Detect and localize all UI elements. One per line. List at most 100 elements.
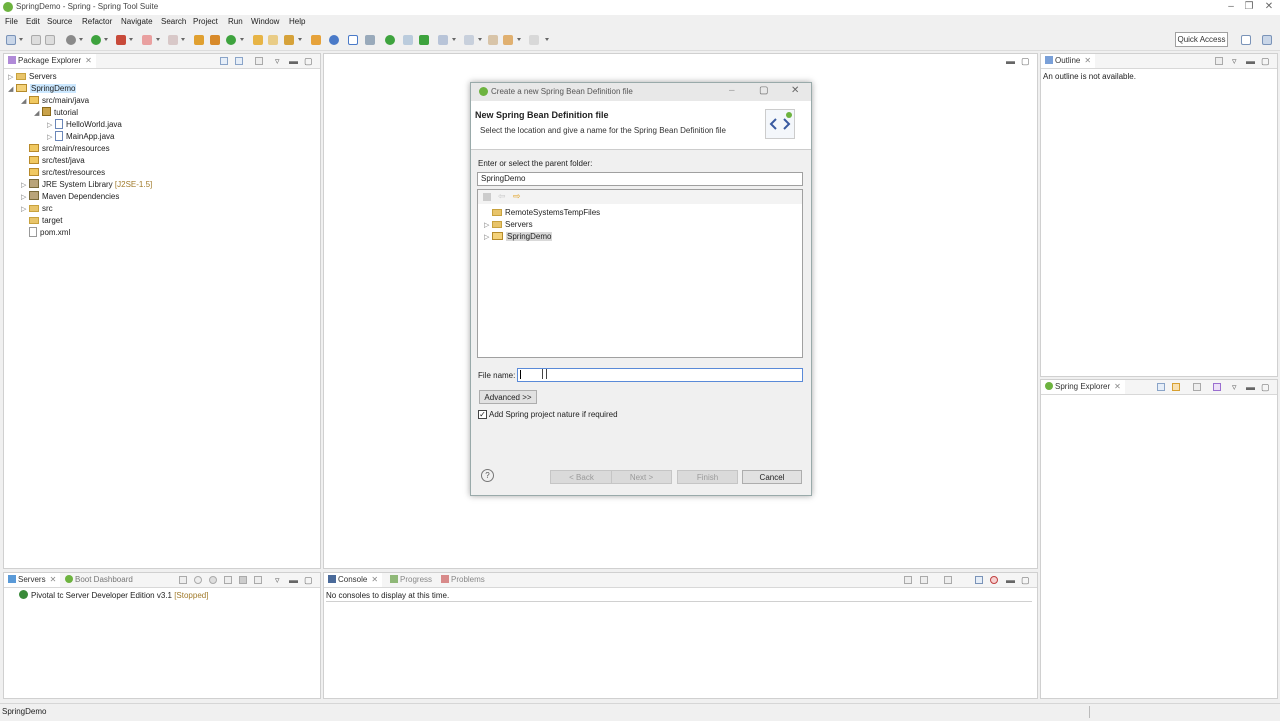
maximize-view-icon[interactable]: ▢ (1261, 56, 1270, 67)
new-package-icon[interactable] (226, 35, 236, 45)
view-menu-icon[interactable]: ▿ (275, 56, 280, 67)
open-console-icon[interactable] (944, 576, 952, 584)
next-annotation-icon[interactable] (438, 35, 448, 45)
forward-dropdown-icon[interactable] (545, 38, 549, 41)
menu-help[interactable]: Help (289, 17, 305, 26)
new-package-dropdown-icon[interactable] (240, 38, 244, 41)
maximize-button[interactable]: ❐ (1241, 1, 1257, 13)
menu-edit[interactable]: Edit (26, 17, 40, 26)
link-with-editor-icon[interactable] (235, 57, 243, 65)
menu-search[interactable]: Search (161, 17, 186, 26)
minimize-view-icon[interactable]: ▬ (1246, 56, 1255, 66)
tree-item-springdemo[interactable]: ◢ SpringDemo (8, 83, 77, 95)
external-tools-dropdown-icon[interactable] (129, 38, 133, 41)
collapse-icon[interactable] (179, 576, 187, 584)
maximize-view-icon[interactable]: ▢ (1021, 575, 1030, 586)
back-dropdown-icon[interactable] (517, 38, 521, 41)
menu-navigate[interactable]: Navigate (121, 17, 153, 26)
tree-item-mainapp-java[interactable]: ▷ MainApp.java (47, 131, 114, 143)
view-menu-icon[interactable]: ▿ (1232, 56, 1237, 67)
debug-dropdown-icon[interactable] (79, 38, 83, 41)
search-tool-icon[interactable] (284, 35, 294, 45)
terminate-icon[interactable] (990, 576, 998, 584)
save-icon[interactable] (31, 35, 41, 45)
maximize-view-icon[interactable]: ▢ (304, 575, 313, 586)
save-all-icon[interactable] (45, 35, 55, 45)
tab-servers[interactable]: Servers ✕ (4, 573, 61, 587)
toggle-editor-icon[interactable] (348, 35, 358, 45)
close-tab-icon[interactable]: ✕ (50, 575, 57, 584)
minimize-view-icon[interactable]: ▬ (289, 56, 298, 66)
debug-settings-icon[interactable] (66, 35, 76, 45)
collapse-arrow-icon[interactable]: ◢ (34, 108, 42, 120)
dialog-tree-item-springdemo[interactable]: ▷ SpringDemo (484, 231, 553, 244)
new-dropdown-icon[interactable] (19, 38, 23, 41)
minimize-button[interactable]: – (1223, 1, 1239, 13)
run-dropdown-icon[interactable] (104, 38, 108, 41)
server-row[interactable]: Pivotal tc Server Developer Edition v3.1… (19, 590, 208, 602)
tab-console[interactable]: Console ✕ (324, 573, 383, 587)
tree-item-helloworld-java[interactable]: ▷ HelloWorld.java (47, 119, 122, 131)
dialog-maximize-button[interactable]: ▢ (759, 85, 768, 96)
collapse-all-icon[interactable] (1157, 383, 1165, 391)
tab-boot-dashboard[interactable]: Boot Dashboard (61, 573, 137, 587)
prev-annotation-dropdown-icon[interactable] (478, 38, 482, 41)
stop-dropdown-icon[interactable] (156, 38, 160, 41)
back-button[interactable]: < Back (550, 470, 613, 484)
tab-progress[interactable]: Progress (386, 573, 436, 587)
tree-item-src[interactable]: ▷ src (21, 203, 53, 215)
advanced-button[interactable]: Advanced >> (479, 390, 537, 404)
annotation-icon[interactable] (403, 35, 413, 45)
editor-maximize-icon[interactable]: ▢ (1021, 56, 1030, 67)
menu-project[interactable]: Project (193, 17, 218, 26)
finish-button[interactable]: Finish (677, 470, 738, 484)
link-icon[interactable] (1172, 383, 1180, 391)
link-icon[interactable] (168, 35, 178, 45)
prev-annotation-icon[interactable] (464, 35, 474, 45)
spring-boot-icon[interactable] (385, 35, 395, 45)
filter-icon[interactable] (255, 57, 263, 65)
start-server-icon[interactable] (209, 576, 217, 584)
parent-folder-input[interactable]: SpringDemo (477, 172, 803, 186)
close-tab-icon[interactable]: ✕ (1084, 56, 1091, 65)
tree-item-src-test-resources[interactable]: src/test/resources (21, 167, 105, 179)
minimize-view-icon[interactable]: ▬ (1006, 575, 1015, 585)
java-perspective-icon[interactable] (1262, 35, 1272, 45)
tab-problems[interactable]: Problems (437, 573, 489, 587)
menu-file[interactable]: File (5, 17, 18, 26)
tree-item-src-main-java[interactable]: ◢ src/main/java (21, 95, 89, 107)
refresh-icon[interactable] (419, 35, 429, 45)
tree-item-maven-dependencies[interactable]: ▷ Maven Dependencies (21, 191, 119, 203)
tab-package-explorer[interactable]: Package Explorer ✕ (4, 54, 96, 68)
debug-server-icon[interactable] (194, 576, 202, 584)
dialog-minimize-button[interactable]: – (729, 85, 735, 96)
collapse-arrow-icon[interactable]: ◢ (21, 96, 29, 108)
spring-nature-checkbox[interactable]: ✓ (478, 410, 487, 419)
publish-icon[interactable] (254, 576, 262, 584)
tab-spring-explorer[interactable]: Spring Explorer ✕ (1041, 380, 1125, 394)
forward-icon[interactable] (529, 35, 539, 45)
tree-item-pom-xml[interactable]: pom.xml (21, 227, 70, 239)
stop-server-icon[interactable] (239, 576, 247, 584)
minimize-view-icon[interactable]: ▬ (1246, 382, 1255, 392)
expand-arrow-icon[interactable]: ▷ (484, 232, 492, 244)
dialog-tree-item-remotesystemstempfiles[interactable]: RemoteSystemsTempFiles (484, 207, 600, 219)
stop-icon[interactable] (142, 35, 152, 45)
menu-window[interactable]: Window (251, 17, 279, 26)
run-icon[interactable] (91, 35, 101, 45)
next-annotation-dropdown-icon[interactable] (452, 38, 456, 41)
cancel-button[interactable]: Cancel (742, 470, 802, 484)
collapse-all-icon[interactable] (220, 57, 228, 65)
mark-icon[interactable] (365, 35, 375, 45)
forward-arrow-icon[interactable]: ⇨ (513, 191, 521, 202)
search-dropdown-icon[interactable] (298, 38, 302, 41)
menu-refactor[interactable]: Refactor (82, 17, 112, 26)
sort-icon[interactable] (1213, 383, 1221, 391)
profile-server-icon[interactable] (224, 576, 232, 584)
home-icon[interactable] (483, 193, 491, 201)
quick-access-field[interactable]: Quick Access (1175, 32, 1228, 47)
close-window-button[interactable]: ✕ (1261, 1, 1277, 13)
close-tab-icon[interactable]: ✕ (371, 575, 378, 584)
file-name-input[interactable] (517, 368, 803, 382)
dialog-close-button[interactable]: ✕ (791, 85, 799, 96)
